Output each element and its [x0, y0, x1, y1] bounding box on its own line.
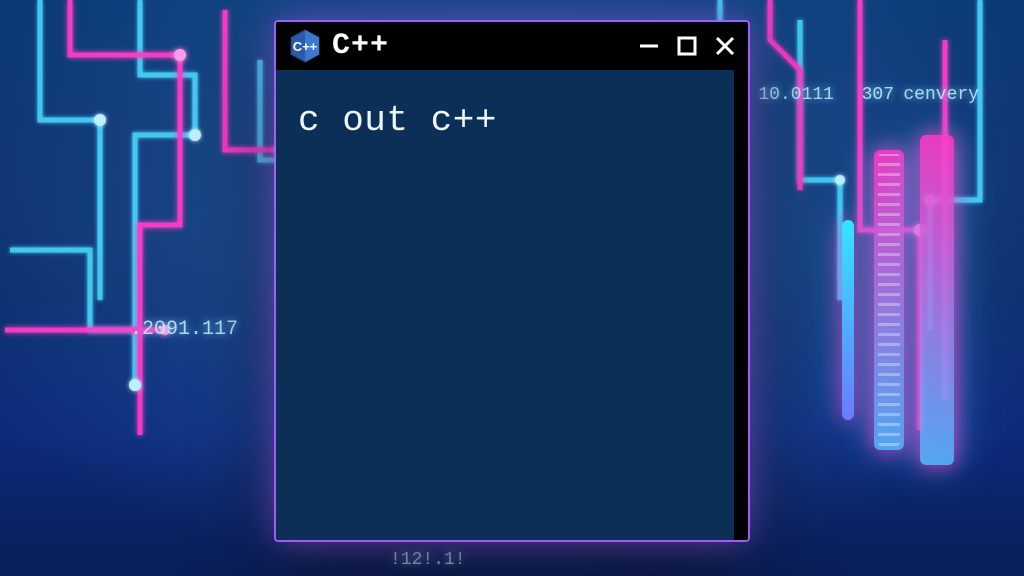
scene-root: .2091.117 10.0111 307 cenvery !12!.1! C+… — [0, 0, 1024, 576]
background-deco-text: .2091.117 — [130, 318, 238, 341]
background-deco-text: 307 — [862, 85, 894, 105]
background-deco-text: cenvery — [903, 85, 979, 105]
cpp-logo-icon: C++ — [290, 29, 320, 63]
minimize-button[interactable] — [638, 35, 660, 57]
window-title: C++ — [332, 29, 626, 63]
terminal-output-line: c out c++ — [298, 100, 712, 141]
titlebar[interactable]: C++ C++ — [276, 22, 748, 70]
background-deco-text: 10.0111 — [758, 85, 834, 105]
background-deco-text: !12!.1! — [390, 550, 466, 570]
maximize-button[interactable] — [676, 35, 698, 57]
neon-bar — [842, 220, 854, 420]
svg-text:C++: C++ — [293, 39, 318, 54]
close-button[interactable] — [714, 35, 736, 57]
neon-bar — [874, 150, 904, 450]
neon-bar — [920, 135, 954, 465]
terminal-window: C++ C++ c out c++ — [276, 22, 748, 540]
terminal-body[interactable]: c out c++ — [276, 70, 748, 540]
window-controls — [638, 35, 736, 57]
